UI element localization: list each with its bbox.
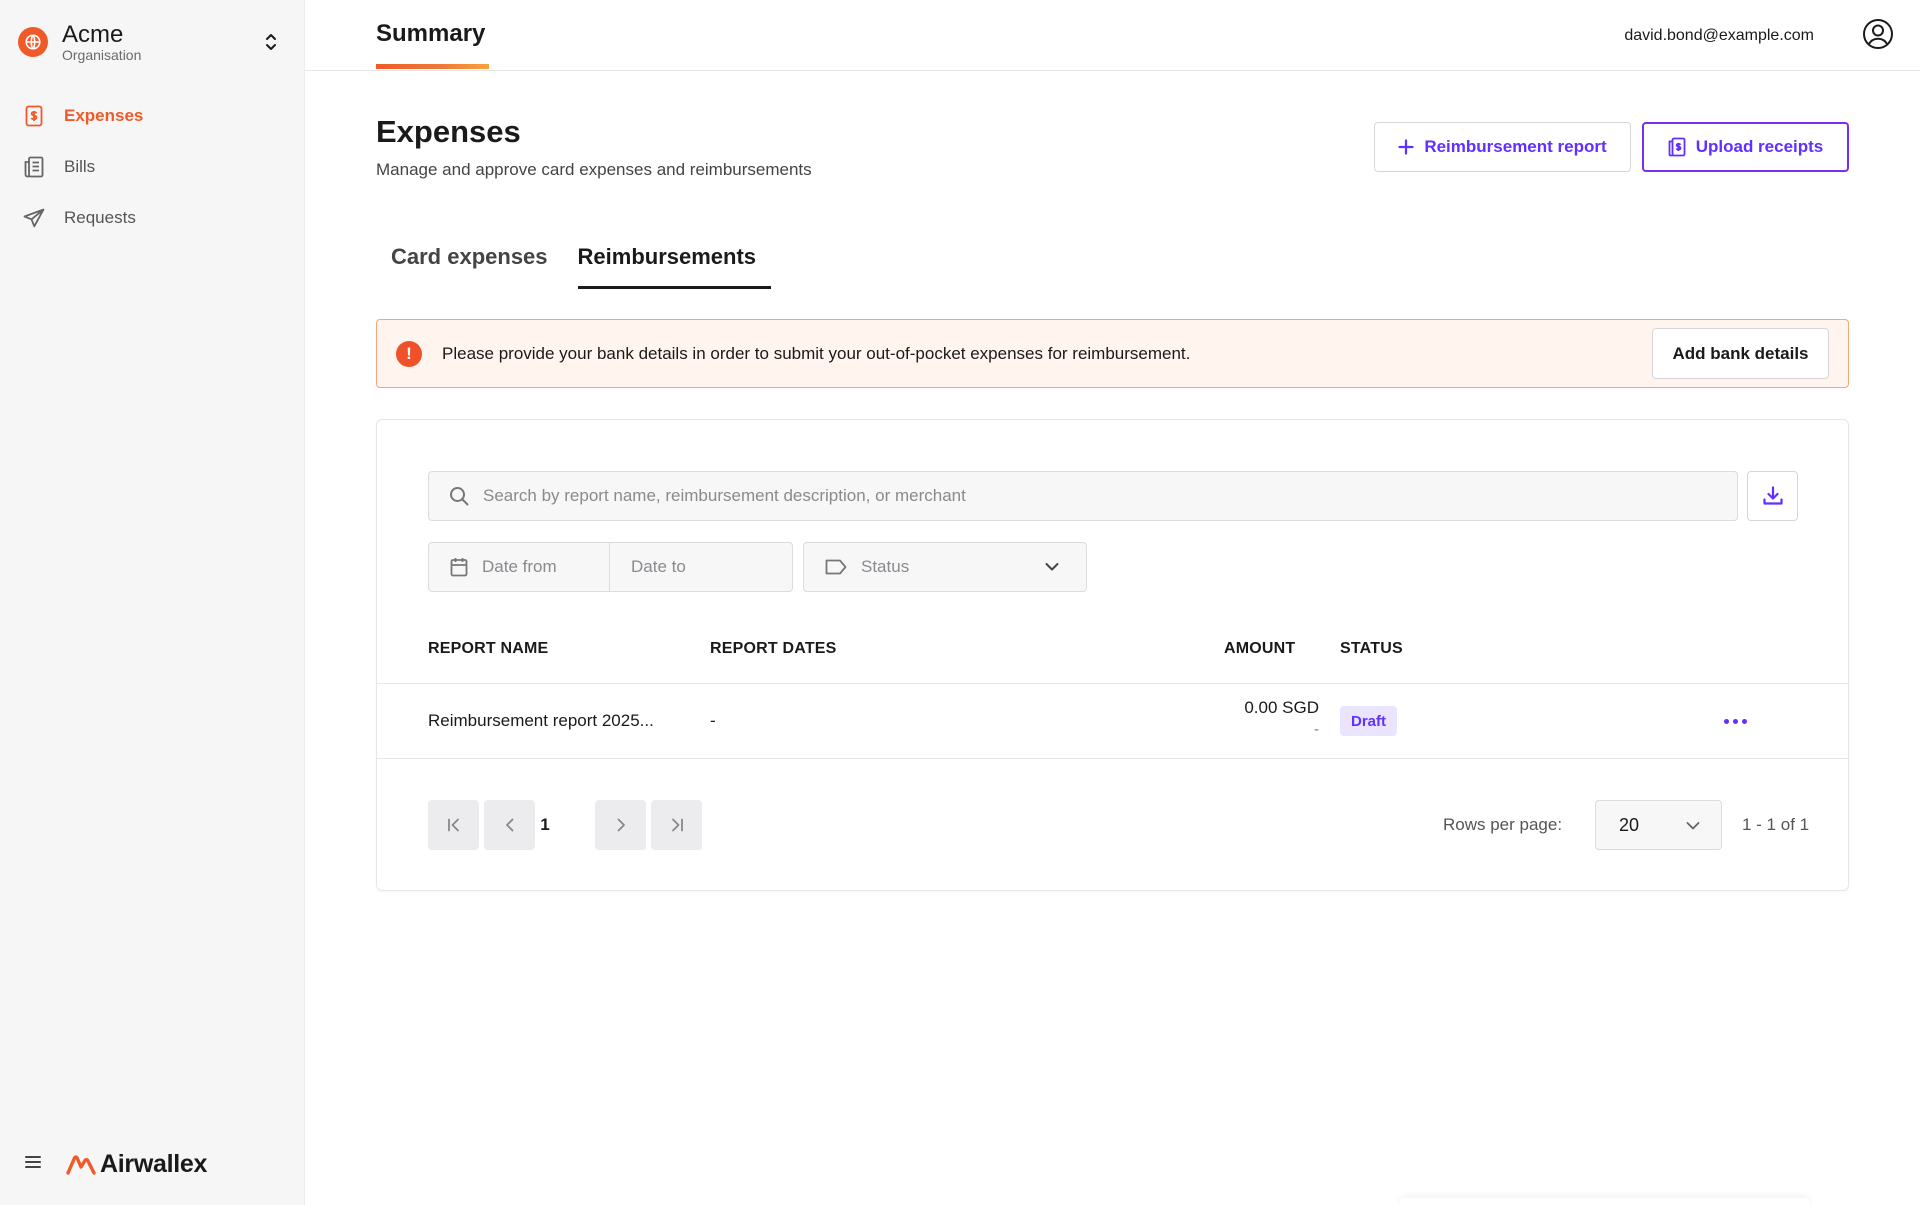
date-from-placeholder: Date from — [482, 557, 557, 576]
calendar-icon — [450, 558, 468, 577]
cell-amount: 0.00 SGD — [1244, 698, 1319, 717]
last-page-button[interactable] — [651, 800, 702, 850]
alert-message: Please provide your bank details in orde… — [442, 343, 1191, 363]
receipt-upload-icon — [1668, 137, 1686, 157]
previous-page-button[interactable] — [484, 800, 535, 850]
sidebar-item-requests[interactable]: Requests — [22, 192, 282, 243]
date-to-field[interactable]: Date to — [610, 557, 686, 577]
tab-card-expenses[interactable]: Card expenses — [376, 236, 563, 289]
top-header: Summary david.bond@example.com — [305, 0, 1920, 71]
column-header-status[interactable]: STATUS — [1340, 640, 1403, 658]
status-placeholder: Status — [861, 557, 910, 576]
header-divider — [377, 683, 1848, 684]
column-header-amount[interactable]: AMOUNT — [1224, 640, 1295, 658]
cell-report-name[interactable]: Reimbursement report 2025... — [428, 711, 654, 731]
upload-receipts-label: Upload receipts — [1695, 137, 1824, 156]
receipt-icon — [22, 104, 46, 128]
org-switcher[interactable]: Acme Organisation — [18, 22, 288, 62]
page-subtitle: Manage and approve card expenses and rei… — [376, 160, 812, 179]
sidebar-item-label: Requests — [64, 207, 136, 227]
tag-icon — [825, 559, 847, 575]
status-dropdown[interactable]: Status — [803, 542, 1087, 592]
org-subtitle: Organisation — [62, 46, 142, 63]
user-email: david.bond@example.com — [1624, 26, 1814, 44]
page-title: Expenses — [376, 114, 521, 149]
floating-panel-edge — [1400, 1198, 1810, 1205]
first-page-button[interactable] — [428, 800, 479, 850]
brand-name: Airwallex — [100, 1150, 208, 1178]
first-page-icon — [447, 818, 459, 832]
user-avatar-icon[interactable] — [1862, 18, 1894, 55]
expense-tabs: Card expenses Reimbursements — [376, 236, 771, 289]
pagination-range: 1 - 1 of 1 — [1742, 815, 1810, 834]
bank-details-alert: ! Please provide your bank details in or… — [376, 319, 1849, 388]
tab-reimbursements[interactable]: Reimbursements — [563, 236, 772, 289]
download-button[interactable] — [1747, 471, 1798, 521]
reimbursements-card: Search by report name, reimbursement des… — [376, 419, 1849, 891]
sidebar-footer: Airwallex — [24, 1150, 207, 1179]
status-badge: Draft — [1340, 706, 1397, 736]
date-range-picker[interactable]: Date from Date to — [428, 542, 793, 592]
sidebar-nav: Expenses Bills Requests — [22, 90, 282, 243]
last-page-icon — [671, 818, 683, 832]
column-header-report-dates[interactable]: REPORT DATES — [710, 640, 837, 658]
next-page-button[interactable] — [595, 800, 646, 850]
tab-summary[interactable]: Summary — [376, 0, 485, 71]
chevron-down-icon — [1045, 563, 1059, 571]
current-page-number[interactable]: 1 — [530, 800, 560, 850]
add-bank-details-button[interactable]: Add bank details — [1652, 328, 1829, 379]
cell-amount-sub: - — [1314, 721, 1319, 738]
chevron-left-icon — [505, 818, 513, 832]
exclamation-icon: ! — [396, 340, 422, 367]
search-input[interactable]: Search by report name, reimbursement des… — [428, 471, 1738, 521]
plus-icon — [1398, 139, 1414, 155]
tab-summary-underline — [376, 64, 489, 69]
sidebar-item-label: Bills — [64, 156, 96, 176]
chevron-right-icon — [617, 818, 625, 832]
rows-per-page-dropdown[interactable]: 20 — [1595, 800, 1722, 850]
chevron-down-icon — [1686, 822, 1700, 830]
search-icon — [450, 487, 469, 506]
row-divider — [377, 758, 1848, 759]
search-placeholder: Search by report name, reimbursement des… — [483, 486, 966, 505]
reimbursement-report-label: Reimbursement report — [1424, 137, 1607, 156]
upload-receipts-button[interactable]: Upload receipts — [1642, 122, 1849, 172]
sidebar: Acme Organisation Expenses Bills Request… — [0, 0, 305, 1205]
date-from-field[interactable]: Date from — [429, 543, 610, 591]
column-header-report-name[interactable]: REPORT NAME — [428, 640, 548, 658]
sidebar-item-label: Expenses — [64, 105, 144, 125]
rows-per-page-value: 20 — [1619, 814, 1640, 835]
bill-icon — [22, 155, 46, 179]
airwallex-logo: Airwallex — [66, 1150, 207, 1179]
paper-plane-icon — [22, 206, 46, 230]
hamburger-menu-icon[interactable] — [24, 1155, 42, 1174]
download-icon — [1762, 486, 1783, 505]
sidebar-item-expenses[interactable]: Expenses — [22, 90, 282, 141]
reimbursement-report-button[interactable]: Reimbursement report — [1374, 122, 1631, 172]
rows-per-page-label: Rows per page: — [1443, 815, 1563, 834]
sidebar-item-bills[interactable]: Bills — [22, 141, 282, 192]
org-name: Acme — [62, 20, 124, 48]
globe-icon — [18, 27, 48, 57]
more-options-icon[interactable] — [1720, 708, 1750, 734]
cell-report-dates: - — [710, 711, 716, 730]
chevron-up-down-icon[interactable] — [264, 32, 278, 57]
